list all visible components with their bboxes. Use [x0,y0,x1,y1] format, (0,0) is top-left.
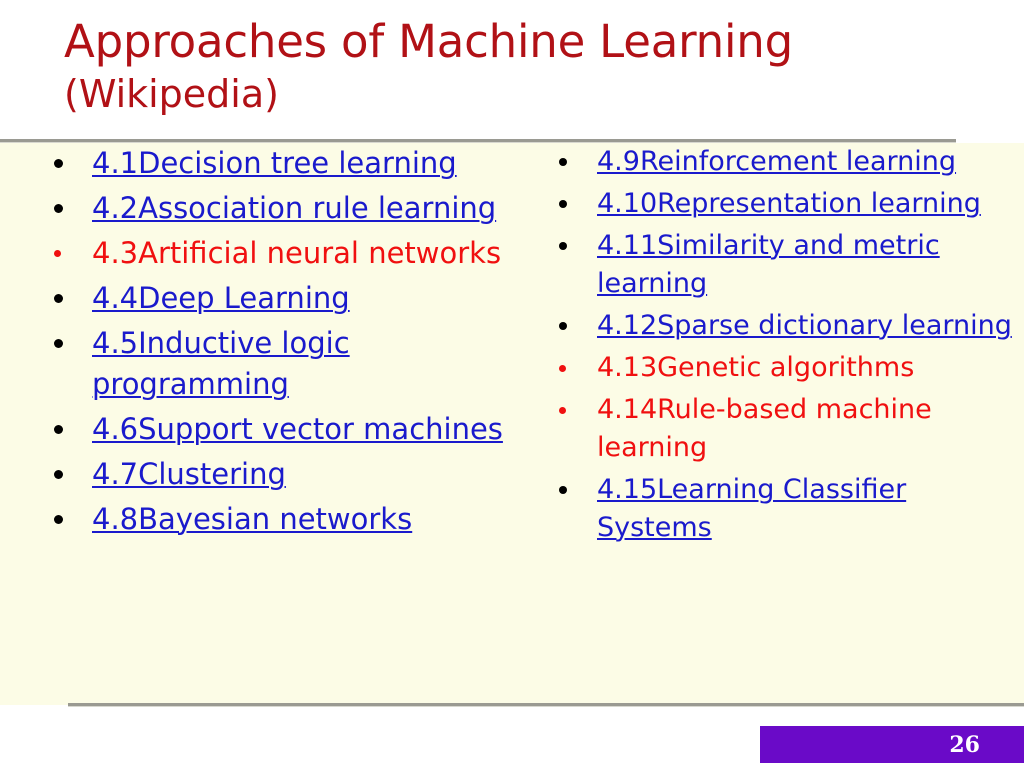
topic-link[interactable]: 4.10Representation learning [597,188,981,219]
red-bullet-icon [559,365,566,372]
list-item[interactable]: 4.4Deep Learning [40,278,540,319]
right-column: 4.9Reinforcement learning 4.10Representat… [545,143,1015,551]
topic-link[interactable]: 4.2Association rule learning [92,191,496,225]
slide-content-pane: 4.1Decision tree learning 4.2Association … [0,143,1024,705]
page-title-line-2: (Wikipedia) [64,72,279,116]
topic-link[interactable]: 4.6Support vector machines [92,412,503,446]
page-title-line-1: Approaches of Machine Learning [64,15,793,68]
topic-label: 4.3Artificial neural networks [92,236,502,270]
topic-label: 4.14Rule-based machine learning [597,394,932,463]
topic-link[interactable]: 4.15Learning Classifier Systems [597,474,906,543]
slide: Approaches of Machine Learning (Wikipedi… [0,0,1024,768]
topic-link[interactable]: 4.8Bayesian networks [92,502,412,536]
slide-title-block: Approaches of Machine Learning (Wikipedi… [0,0,1024,140]
red-bullet-icon [54,250,61,257]
list-item[interactable]: 4.8Bayesian networks [40,499,540,540]
topic-link[interactable]: 4.12Sparse dictionary learning [597,310,1012,341]
topic-link[interactable]: 4.5Inductive logic programming [92,326,350,401]
footer-bar: 26 [760,726,1024,763]
black-bullet-icon [54,159,63,168]
black-bullet-icon [54,339,63,348]
list-item[interactable]: 4.1Decision tree learning [40,143,540,184]
black-bullet-icon [54,515,63,524]
topic-label: 4.13Genetic algorithms [597,352,915,383]
topic-link[interactable]: 4.11Similarity and metric learning [597,230,940,299]
list-item[interactable]: 4.10Representation learning [545,185,1015,223]
list-item[interactable]: 4.9Reinforcement learning [545,143,1015,181]
list-item: 4.14Rule-based machine learning [545,391,1015,467]
left-bullet-list: 4.1Decision tree learning 4.2Association … [40,143,540,540]
black-bullet-icon [54,425,63,434]
list-item[interactable]: 4.7Clustering [40,454,540,495]
black-bullet-icon [559,322,567,330]
list-item[interactable]: 4.5Inductive logic programming [40,323,540,405]
black-bullet-icon [54,470,63,479]
topic-link[interactable]: 4.1Decision tree learning [92,146,457,180]
black-bullet-icon [559,158,567,166]
title-divider-rule [0,139,956,142]
black-bullet-icon [559,200,567,208]
content-bottom-rule [68,703,1024,706]
black-bullet-icon [54,204,63,213]
topic-link[interactable]: 4.9Reinforcement learning [597,146,956,177]
list-item: 4.13Genetic algorithms [545,349,1015,387]
right-bullet-list: 4.9Reinforcement learning 4.10Representat… [545,143,1015,547]
left-column: 4.1Decision tree learning 4.2Association … [40,143,540,544]
black-bullet-icon [54,294,63,303]
list-item[interactable]: 4.6Support vector machines [40,409,540,450]
black-bullet-icon [559,486,567,494]
topic-link[interactable]: 4.7Clustering [92,457,286,491]
list-item[interactable]: 4.2Association rule learning [40,188,540,229]
red-bullet-icon [559,407,566,414]
topic-link[interactable]: 4.4Deep Learning [92,281,350,315]
list-item[interactable]: 4.12Sparse dictionary learning [545,307,1015,345]
black-bullet-icon [559,242,567,250]
slide-number: 26 [949,732,980,758]
list-item[interactable]: 4.15Learning Classifier Systems [545,471,1015,547]
list-item[interactable]: 4.11Similarity and metric learning [545,227,1015,303]
list-item: 4.3Artificial neural networks [40,233,540,274]
